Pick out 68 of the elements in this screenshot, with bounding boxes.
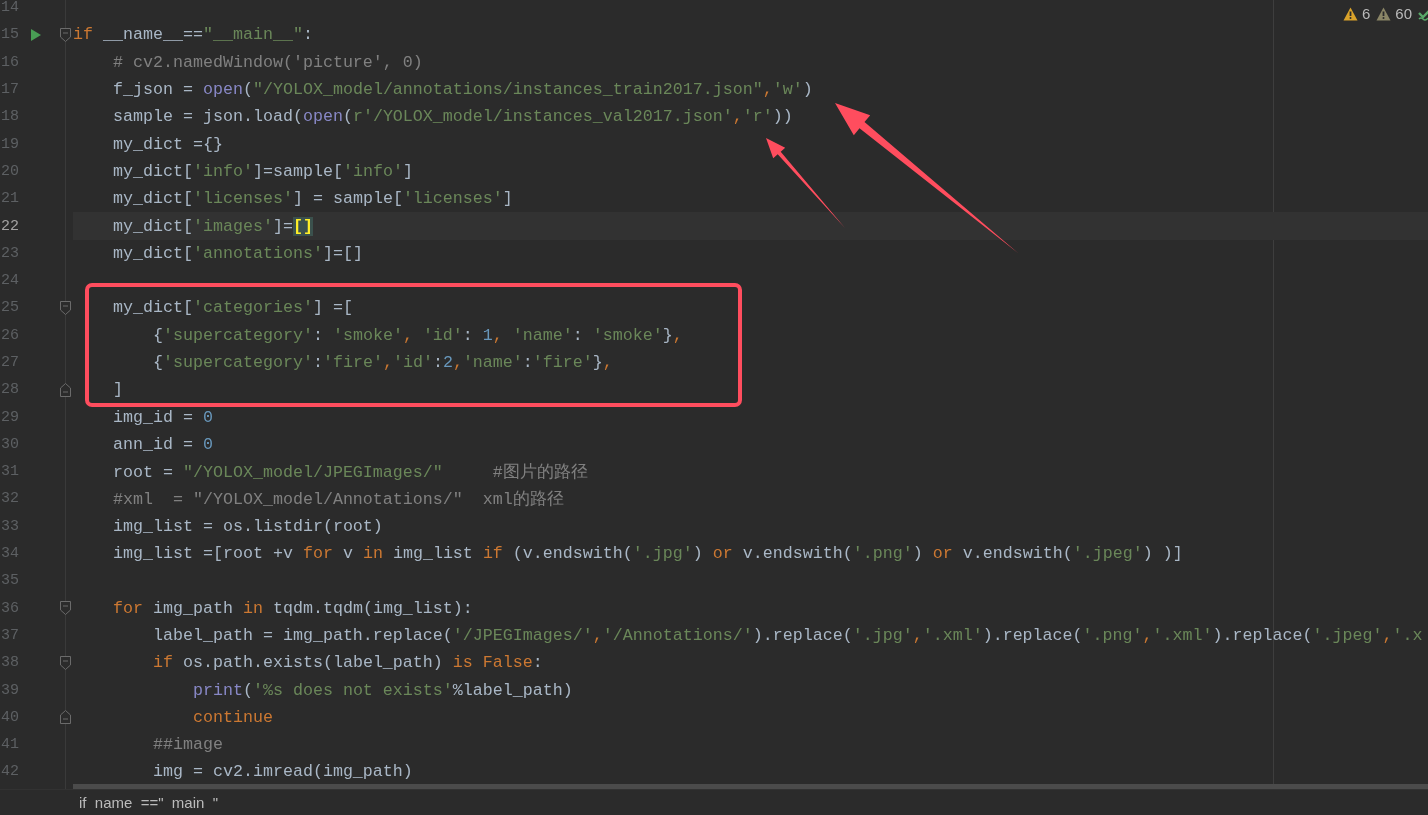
code-line: if os.path.exists(label_path) is False:	[151, 653, 543, 673]
line-number: 35	[0, 572, 19, 590]
code-line: img_list =[root +v for v in img_list if (v.endswith('.jpg') or v.endswith('.png') or v.endswith('.jpeg') )]	[111, 544, 1183, 564]
code-line: ]	[111, 380, 123, 400]
line-number: 38	[0, 654, 19, 672]
fold-icon[interactable]	[60, 382, 71, 397]
line-number: 25	[0, 299, 19, 317]
code-line: my_dict ={}	[111, 134, 223, 154]
code-line: sample = json.load(open(r'/YOLOX_model/instances_val2017.json','r'))	[111, 107, 793, 127]
code-line: my_dict['images']=[]	[111, 216, 313, 236]
line-number: 42	[0, 763, 19, 781]
code-line: # cv2.namedWindow('picture', 0)	[111, 52, 423, 72]
line-number: 16	[0, 53, 19, 71]
code-line: print('%s does not exists'%label_path)	[191, 680, 573, 700]
fold-icon[interactable]	[60, 601, 71, 616]
line-number: 26	[0, 326, 19, 344]
code-line: my_dict['info']=sample['info']	[111, 161, 413, 181]
line-number: 21	[0, 190, 19, 208]
fold-icon[interactable]	[60, 27, 71, 42]
line-number: 41	[0, 736, 19, 754]
line-number: 22	[0, 217, 19, 235]
code-line: my_dict['licenses'] = sample['licenses']	[111, 189, 513, 209]
line-number: 33	[0, 517, 19, 535]
line-number: 19	[0, 135, 19, 153]
code-line: ann_id = 0	[111, 434, 213, 454]
line-number: 29	[0, 408, 19, 426]
warning-icon[interactable]	[1376, 6, 1392, 21]
line-number: 34	[0, 545, 19, 563]
code-line: img_id = 0	[111, 407, 213, 427]
code-line: root = "/YOLOX_model/JPEGImages/" #图片的路径	[111, 461, 588, 483]
fold-icon[interactable]	[60, 300, 71, 315]
warning-count: 60	[1395, 5, 1412, 22]
line-number: 28	[0, 381, 19, 399]
fold-icon[interactable]	[60, 655, 71, 670]
line-number: 30	[0, 435, 19, 453]
breadcrumb-item[interactable]: if name ==" main "	[79, 794, 219, 811]
run-icon[interactable]	[30, 27, 42, 42]
line-number: 24	[0, 272, 19, 290]
code-line: if __name__=="__main__":	[73, 25, 313, 45]
line-number: 27	[0, 354, 19, 371]
code-line: img = cv2.imread(img_path)	[151, 762, 413, 782]
line-number: 17	[0, 81, 19, 99]
line-number: 15	[0, 26, 19, 44]
code-line: label_path = img_path.replace('/JPEGImages/','/Annotations/').replace('.jpg','.xml').replace('.png','.xml').replace('.jpeg','.x	[151, 625, 1423, 645]
line-number: 14	[0, 0, 19, 17]
code-line: for img_path in tqdm.tqdm(img_list):	[111, 598, 473, 618]
code-line: {'supercategory': 'smoke', 'id': 1, 'name': 'smoke'},	[151, 325, 683, 345]
warning-count: 6	[1361, 5, 1371, 22]
line-number: 39	[0, 681, 19, 699]
code-line: my_dict['annotations']=[]	[111, 243, 363, 263]
line-number: 32	[0, 490, 19, 508]
code-line: ##image	[151, 735, 223, 755]
horizontal-scrollbar[interactable]	[73, 784, 1428, 789]
code-line: img_list = os.listdir(root)	[111, 516, 383, 536]
code-line: continue	[191, 707, 273, 727]
fold-icon[interactable]	[60, 710, 71, 725]
code-line: f_json = open("/YOLOX_model/annotations/instances_train2017.json",'w')	[111, 80, 813, 100]
line-number: 37	[0, 626, 19, 644]
line-number: 31	[0, 463, 19, 481]
line-number: 23	[0, 244, 19, 262]
line-number: 36	[0, 599, 19, 617]
line-number: 18	[0, 108, 19, 126]
code-line: {'supercategory':'fire','id':2,'name':'fire'},	[151, 353, 613, 372]
line-number: 20	[0, 162, 19, 180]
code-line: my_dict['categories'] =[	[111, 298, 353, 318]
warning-icon[interactable]	[1342, 6, 1358, 21]
code-line: #xml = "/YOLOX_model/Annotations/" xml的路径	[111, 489, 564, 510]
line-number: 40	[0, 708, 19, 726]
